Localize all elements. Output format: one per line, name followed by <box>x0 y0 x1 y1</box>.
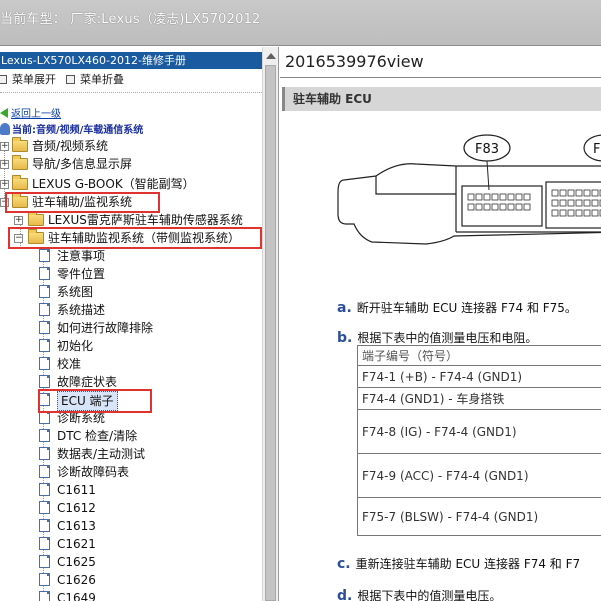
tree-item-navigation[interactable]: + 导航/多信息显示屏 <box>0 155 132 173</box>
table-cell: F74-8 (IG) - F74-4 (GND1) <box>357 409 601 454</box>
tree-page-item[interactable]: 系统图 <box>39 283 93 301</box>
title-divider <box>280 77 601 78</box>
table-row: F74-9 (ACC) - F74-4 (GND1) <box>357 453 601 498</box>
document-icon <box>39 429 50 442</box>
tree-page-item[interactable]: C1611 <box>39 481 96 499</box>
tree-item-gbook[interactable]: + LEXUS G-BOOK（智能副驾） <box>0 175 195 193</box>
document-icon <box>39 555 50 568</box>
table-row: F75-7 (BLSW) - F74-4 (GND1) <box>357 497 601 536</box>
document-icon <box>39 303 50 316</box>
document-icon <box>39 339 50 352</box>
tree-page-item[interactable]: DTC 检查/清除 <box>39 427 137 445</box>
step-a: a. 断开驻车辅助 ECU 连接器 F74 和 F75。 <box>337 300 577 316</box>
scroll-up-arrow-icon[interactable] <box>266 53 276 59</box>
tree-item-audio-video[interactable]: + 音频/视频系统 <box>0 137 108 155</box>
table-cell: F74-4 (GND1) - 车身搭铁 <box>357 387 601 410</box>
tree-page-item[interactable]: C1649 <box>39 589 96 601</box>
document-icon <box>39 573 50 586</box>
highlight-box <box>5 192 160 213</box>
document-icon <box>39 321 50 334</box>
view-title: 2016539976view <box>285 52 424 71</box>
expand-toggle[interactable]: + <box>0 180 9 189</box>
tree-page-item[interactable]: 如何进行故障排除 <box>39 319 153 337</box>
table-row: F74-4 (GND1) - 车身搭铁 <box>357 387 601 410</box>
tree-page-item[interactable]: C1613 <box>39 517 96 535</box>
folder-icon <box>12 155 28 170</box>
document-icon <box>39 465 50 478</box>
step-c: c. 重新连接驻车辅助 ECU 连接器 F74 和 F7 <box>337 556 581 572</box>
folder-icon <box>28 211 44 226</box>
tree-page-item[interactable]: 系统描述 <box>39 301 105 319</box>
tree-page-item[interactable]: 初始化 <box>39 337 93 355</box>
window-title: 当前车型： 厂家:Lexus（凌志)LX5702012 <box>0 12 261 27</box>
tree-page-item[interactable]: 零件位置 <box>39 265 105 283</box>
folder-icon <box>12 175 28 190</box>
connector-callout-partial: F <box>583 134 601 162</box>
table-cell: F74-1 (+B) - F74-4 (GND1) <box>357 365 601 388</box>
document-icon <box>39 357 50 370</box>
measurement-table: 端子编号（符号） F74-1 (+B) - F74-4 (GND1) F74-4… <box>357 345 601 536</box>
table-header-cell: 端子编号（符号） <box>357 345 601 366</box>
document-icon <box>39 519 50 532</box>
tree-page-item[interactable]: C1625 <box>39 553 96 571</box>
connector-callout-f83: F83 <box>463 134 511 191</box>
document-icon <box>39 249 50 262</box>
content-pane: 2016539976view 驻车辅助 ECU F83 F a. 断开驻车辅助 … <box>280 47 601 601</box>
table-header-row: 端子编号（符号） <box>357 345 601 366</box>
tree-view: 返回上一级 当前:音频/视频/车载通信系统 + 音频/视频系统 + 导航/多信息… <box>0 47 262 601</box>
scrollbar-thumb[interactable] <box>265 65 276 601</box>
document-icon <box>39 537 50 550</box>
table-cell: F74-9 (ACC) - F74-4 (GND1) <box>357 453 601 498</box>
tree-page-item[interactable]: C1621 <box>39 535 96 553</box>
folder-icon <box>12 137 28 152</box>
user-icon <box>0 123 10 135</box>
document-icon <box>39 447 50 460</box>
expand-toggle[interactable]: + <box>0 142 9 151</box>
tree-page-item[interactable]: 数据表/主动测试 <box>39 445 145 463</box>
document-icon <box>39 591 50 601</box>
ecu-connector-diagram: F83 F <box>337 134 601 245</box>
step-d: d. 根据下表中的值测量电压。 <box>337 588 502 601</box>
sidebar: Lexus-LX570LX460-2012-维修手册 菜单展开 菜单折叠 返回上… <box>0 47 279 601</box>
table-cell: F75-7 (BLSW) - F74-4 (GND1) <box>357 497 601 536</box>
tree-page-item[interactable]: C1612 <box>39 499 96 517</box>
expand-toggle[interactable]: + <box>0 160 9 169</box>
title-bar: 当前车型： 厂家:Lexus（凌志)LX5702012 <box>0 0 601 46</box>
document-icon <box>39 483 50 496</box>
document-icon <box>39 285 50 298</box>
sidebar-scrollbar[interactable] <box>262 47 278 601</box>
document-icon <box>39 501 50 514</box>
svg-text:F83: F83 <box>475 142 499 157</box>
current-location: 当前:音频/视频/车载通信系统 <box>0 120 143 138</box>
section-title: 驻车辅助 ECU <box>282 87 601 111</box>
expand-toggle[interactable]: + <box>14 216 23 225</box>
document-icon <box>39 375 50 388</box>
tree-page-item[interactable]: 校准 <box>39 355 81 373</box>
tree-page-item[interactable]: 注意事项 <box>39 247 105 265</box>
highlight-box <box>8 227 262 249</box>
step-b: b. 根据下表中的值测量电压和电阻。 <box>337 330 538 346</box>
tree-page-item[interactable]: 诊断故障码表 <box>39 463 129 481</box>
table-row: F74-8 (IG) - F74-4 (GND1) <box>357 409 601 454</box>
document-icon <box>39 267 50 280</box>
back-arrow-icon <box>0 108 8 118</box>
table-row: F74-1 (+B) - F74-4 (GND1) <box>357 365 601 388</box>
highlight-box <box>38 389 152 413</box>
tree-page-item[interactable]: C1626 <box>39 571 96 589</box>
svg-text:F: F <box>593 142 600 157</box>
connector-pins <box>467 189 601 217</box>
